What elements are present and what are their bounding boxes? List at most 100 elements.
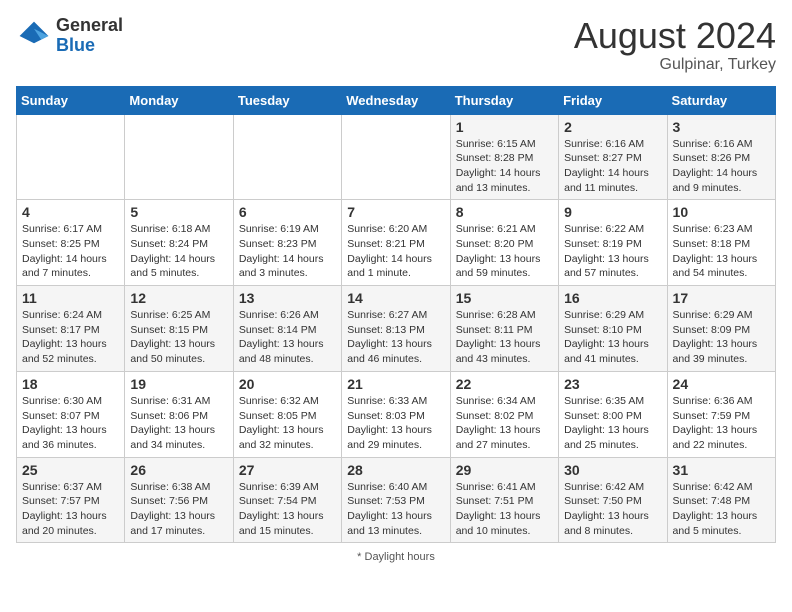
calendar-cell: 7 Sunrise: 6:20 AM Sunset: 8:21 PM Daylig…: [342, 200, 450, 286]
day-number: 1: [456, 119, 553, 135]
logo-icon: [16, 18, 52, 54]
day-number: 11: [22, 290, 119, 306]
calendar-cell: 27 Sunrise: 6:39 AM Sunset: 7:54 PM Dayli…: [233, 457, 341, 543]
calendar-cell: 1 Sunrise: 6:15 AM Sunset: 8:28 PM Daylig…: [450, 114, 558, 200]
cell-info: Sunrise: 6:16 AM Sunset: 8:27 PM Dayligh…: [564, 137, 661, 196]
day-number: 18: [22, 376, 119, 392]
day-number: 26: [130, 462, 227, 478]
cell-info: Sunrise: 6:28 AM Sunset: 8:11 PM Dayligh…: [456, 308, 553, 367]
day-number: 13: [239, 290, 336, 306]
cell-info: Sunrise: 6:27 AM Sunset: 8:13 PM Dayligh…: [347, 308, 444, 367]
day-number: 30: [564, 462, 661, 478]
cell-info: Sunrise: 6:29 AM Sunset: 8:10 PM Dayligh…: [564, 308, 661, 367]
day-header-sunday: Sunday: [17, 86, 125, 114]
cell-info: Sunrise: 6:25 AM Sunset: 8:15 PM Dayligh…: [130, 308, 227, 367]
calendar-week-1: 1 Sunrise: 6:15 AM Sunset: 8:28 PM Daylig…: [17, 114, 776, 200]
logo: General Blue: [16, 16, 123, 56]
cell-info: Sunrise: 6:32 AM Sunset: 8:05 PM Dayligh…: [239, 394, 336, 453]
logo-general: General: [56, 15, 123, 35]
day-number: 8: [456, 204, 553, 220]
day-number: 16: [564, 290, 661, 306]
calendar-cell: 15 Sunrise: 6:28 AM Sunset: 8:11 PM Dayli…: [450, 286, 558, 372]
calendar-cell: 28 Sunrise: 6:40 AM Sunset: 7:53 PM Dayli…: [342, 457, 450, 543]
day-number: 24: [673, 376, 770, 392]
calendar-cell: 5 Sunrise: 6:18 AM Sunset: 8:24 PM Daylig…: [125, 200, 233, 286]
calendar-cell: [125, 114, 233, 200]
day-number: 27: [239, 462, 336, 478]
calendar-week-2: 4 Sunrise: 6:17 AM Sunset: 8:25 PM Daylig…: [17, 200, 776, 286]
logo-blue: Blue: [56, 35, 95, 55]
cell-info: Sunrise: 6:23 AM Sunset: 8:18 PM Dayligh…: [673, 222, 770, 281]
cell-info: Sunrise: 6:21 AM Sunset: 8:20 PM Dayligh…: [456, 222, 553, 281]
calendar-week-4: 18Sunrise: 6:30 AM Sunset: 8:07 PM Dayli…: [17, 371, 776, 457]
cell-info: Sunrise: 6:18 AM Sunset: 8:24 PM Dayligh…: [130, 222, 227, 281]
day-number: 19: [130, 376, 227, 392]
calendar-cell: 22Sunrise: 6:34 AM Sunset: 8:02 PM Dayli…: [450, 371, 558, 457]
calendar-table: SundayMondayTuesdayWednesdayThursdayFrid…: [16, 86, 776, 544]
calendar-cell: 14Sunrise: 6:27 AM Sunset: 8:13 PM Dayli…: [342, 286, 450, 372]
cell-info: Sunrise: 6:20 AM Sunset: 8:21 PM Dayligh…: [347, 222, 444, 281]
day-header-thursday: Thursday: [450, 86, 558, 114]
day-number: 23: [564, 376, 661, 392]
cell-info: Sunrise: 6:24 AM Sunset: 8:17 PM Dayligh…: [22, 308, 119, 367]
cell-info: Sunrise: 6:16 AM Sunset: 8:26 PM Dayligh…: [673, 137, 770, 196]
cell-info: Sunrise: 6:35 AM Sunset: 8:00 PM Dayligh…: [564, 394, 661, 453]
calendar-cell: 13 Sunrise: 6:26 AM Sunset: 8:14 PM Dayli…: [233, 286, 341, 372]
footer-text: Daylight hours: [365, 551, 435, 563]
cell-info: Sunrise: 6:19 AM Sunset: 8:23 PM Dayligh…: [239, 222, 336, 281]
calendar-cell: 2Sunrise: 6:16 AM Sunset: 8:27 PM Daylig…: [559, 114, 667, 200]
calendar-cell: 20Sunrise: 6:32 AM Sunset: 8:05 PM Dayli…: [233, 371, 341, 457]
day-header-tuesday: Tuesday: [233, 86, 341, 114]
day-number: 12: [130, 290, 227, 306]
day-number: 6: [239, 204, 336, 220]
day-number: 31: [673, 462, 770, 478]
title-block: August 2024 Gulpinar, Turkey: [574, 16, 776, 74]
calendar-cell: 12 Sunrise: 6:25 AM Sunset: 8:15 PM Dayli…: [125, 286, 233, 372]
day-number: 7: [347, 204, 444, 220]
day-number: 5: [130, 204, 227, 220]
day-header-wednesday: Wednesday: [342, 86, 450, 114]
cell-info: Sunrise: 6:15 AM Sunset: 8:28 PM Dayligh…: [456, 137, 553, 196]
calendar-cell: [233, 114, 341, 200]
calendar-cell: 4 Sunrise: 6:17 AM Sunset: 8:25 PM Daylig…: [17, 200, 125, 286]
cell-info: Sunrise: 6:39 AM Sunset: 7:54 PM Dayligh…: [239, 480, 336, 539]
location: Gulpinar, Turkey: [574, 56, 776, 74]
day-number: 28: [347, 462, 444, 478]
calendar-cell: 26 Sunrise: 6:38 AM Sunset: 7:56 PM Dayli…: [125, 457, 233, 543]
day-number: 15: [456, 290, 553, 306]
month-year: August 2024: [574, 16, 776, 56]
cell-info: Sunrise: 6:33 AM Sunset: 8:03 PM Dayligh…: [347, 394, 444, 453]
cell-info: Sunrise: 6:38 AM Sunset: 7:56 PM Dayligh…: [130, 480, 227, 539]
day-number: 29: [456, 462, 553, 478]
cell-info: Sunrise: 6:42 AM Sunset: 7:48 PM Dayligh…: [673, 480, 770, 539]
calendar-cell: 30 Sunrise: 6:42 AM Sunset: 7:50 PM Dayli…: [559, 457, 667, 543]
day-number: 4: [22, 204, 119, 220]
cell-info: Sunrise: 6:31 AM Sunset: 8:06 PM Dayligh…: [130, 394, 227, 453]
page-header: General Blue August 2024 Gulpinar, Turke…: [16, 16, 776, 74]
calendar-cell: 29Sunrise: 6:41 AM Sunset: 7:51 PM Dayli…: [450, 457, 558, 543]
calendar-cell: 19 Sunrise: 6:31 AM Sunset: 8:06 PM Dayli…: [125, 371, 233, 457]
calendar-cell: [17, 114, 125, 200]
calendar-cell: 21 Sunrise: 6:33 AM Sunset: 8:03 PM Dayli…: [342, 371, 450, 457]
cell-info: Sunrise: 6:26 AM Sunset: 8:14 PM Dayligh…: [239, 308, 336, 367]
calendar-cell: 24 Sunrise: 6:36 AM Sunset: 7:59 PM Dayli…: [667, 371, 775, 457]
cell-info: Sunrise: 6:40 AM Sunset: 7:53 PM Dayligh…: [347, 480, 444, 539]
cell-info: Sunrise: 6:42 AM Sunset: 7:50 PM Dayligh…: [564, 480, 661, 539]
calendar-cell: 11 Sunrise: 6:24 AM Sunset: 8:17 PM Dayli…: [17, 286, 125, 372]
cell-info: Sunrise: 6:36 AM Sunset: 7:59 PM Dayligh…: [673, 394, 770, 453]
calendar-cell: 31 Sunrise: 6:42 AM Sunset: 7:48 PM Dayli…: [667, 457, 775, 543]
cell-info: Sunrise: 6:37 AM Sunset: 7:57 PM Dayligh…: [22, 480, 119, 539]
calendar-cell: 23 Sunrise: 6:35 AM Sunset: 8:00 PM Dayli…: [559, 371, 667, 457]
cell-info: Sunrise: 6:29 AM Sunset: 8:09 PM Dayligh…: [673, 308, 770, 367]
calendar-cell: 9Sunrise: 6:22 AM Sunset: 8:19 PM Daylig…: [559, 200, 667, 286]
day-header-saturday: Saturday: [667, 86, 775, 114]
day-number: 3: [673, 119, 770, 135]
calendar-week-5: 25Sunrise: 6:37 AM Sunset: 7:57 PM Dayli…: [17, 457, 776, 543]
footer-note: * Daylight hours: [16, 551, 776, 563]
day-number: 21: [347, 376, 444, 392]
calendar-cell: [342, 114, 450, 200]
cell-info: Sunrise: 6:34 AM Sunset: 8:02 PM Dayligh…: [456, 394, 553, 453]
calendar-cell: 18Sunrise: 6:30 AM Sunset: 8:07 PM Dayli…: [17, 371, 125, 457]
cell-info: Sunrise: 6:17 AM Sunset: 8:25 PM Dayligh…: [22, 222, 119, 281]
calendar-header-row: SundayMondayTuesdayWednesdayThursdayFrid…: [17, 86, 776, 114]
